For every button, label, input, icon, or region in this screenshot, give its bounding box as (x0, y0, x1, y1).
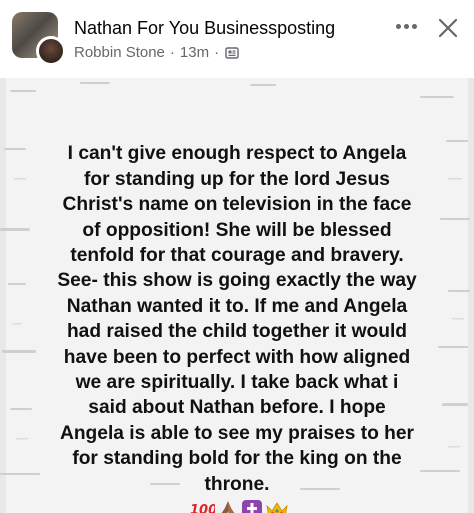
group-audience-icon (225, 46, 239, 59)
author-name-link[interactable]: Robbin Stone (74, 44, 165, 61)
group-avatar[interactable] (12, 12, 66, 66)
dot-icon (395, 23, 401, 29)
post-background: I can't give enough respect to Angela fo… (0, 78, 474, 513)
emoji-row: 100 (189, 499, 289, 513)
dot-icon (403, 23, 409, 29)
close-icon[interactable] (434, 14, 462, 42)
hundred-points-icon: 100 (190, 503, 215, 513)
meta-separator: · (214, 44, 220, 61)
svg-text:100: 100 (190, 503, 215, 513)
group-name-link[interactable]: Nathan For You Businessposting (74, 18, 335, 39)
more-options-button[interactable] (391, 14, 421, 38)
dot-icon (411, 23, 417, 29)
praying-hands-icon (221, 501, 235, 513)
post-meta: Robbin Stone · 13m · (74, 44, 239, 61)
author-avatar[interactable] (36, 36, 66, 66)
post-text: I can't give enough respect to Angela fo… (20, 116, 454, 513)
crown-icon (266, 502, 288, 513)
latin-cross-icon (242, 500, 262, 513)
meta-separator: · (169, 44, 175, 61)
post-header: Nathan For You Businessposting Robbin St… (0, 0, 474, 70)
post-time-link[interactable]: 13m (180, 44, 209, 61)
post-body: I can't give enough respect to Angela fo… (57, 143, 417, 495)
